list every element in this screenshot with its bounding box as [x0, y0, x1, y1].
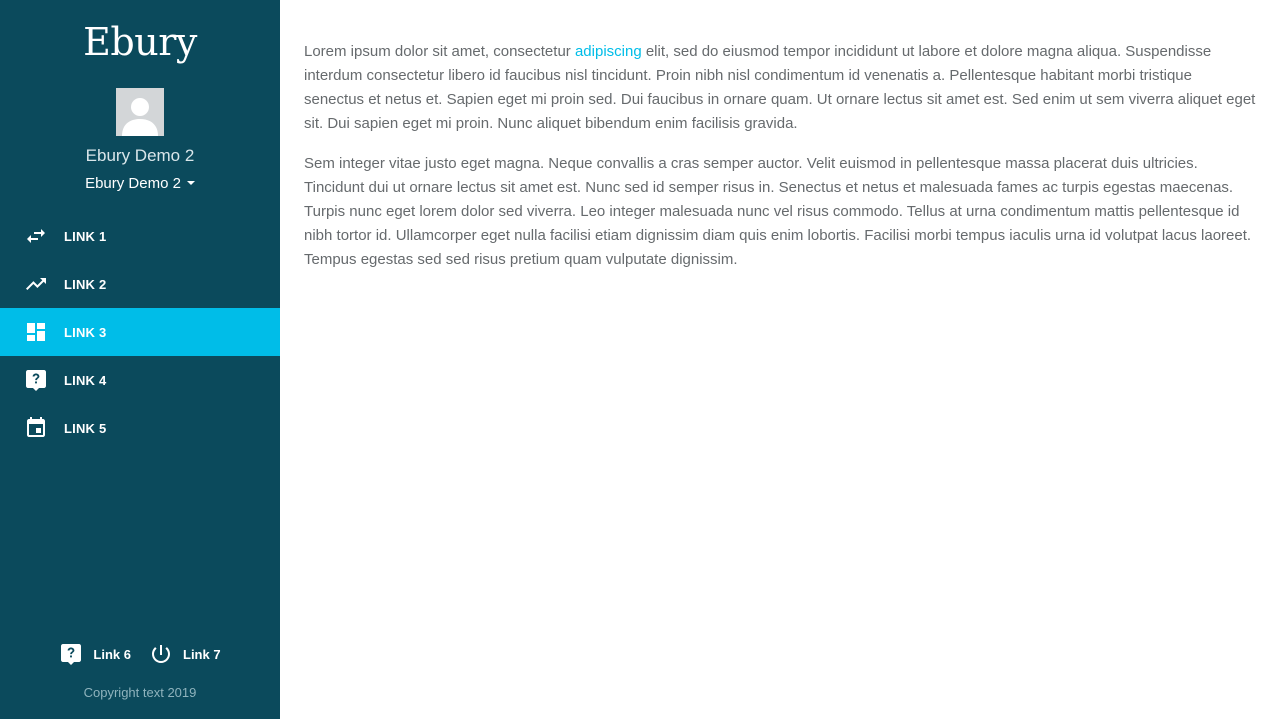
sidebar-item-link-4[interactable]: LINK 4: [0, 356, 280, 404]
footer-link-label: Link 6: [93, 646, 131, 662]
user-avatar-icon: [116, 88, 164, 136]
main-content: Lorem ipsum dolor sit amet, consectetur …: [304, 40, 1256, 288]
sidebar-item-link-3[interactable]: LINK 3: [0, 308, 280, 356]
sidebar-item-link-2[interactable]: LINK 2: [0, 260, 280, 308]
sidebar-nav: LINK 1 LINK 2 LINK 3 LINK 4 LINK 5: [0, 212, 280, 452]
help-chat-icon: [24, 368, 48, 392]
footer-link-6[interactable]: Link 6: [59, 642, 131, 666]
swap-arrows-icon: [24, 224, 48, 248]
sidebar-item-link-5[interactable]: LINK 5: [0, 404, 280, 452]
footer-link-7[interactable]: Link 7: [149, 642, 221, 666]
account-dropdown[interactable]: Ebury Demo 2: [0, 175, 280, 192]
brand-logo[interactable]: Ebury: [0, 20, 280, 64]
sidebar-item-label: LINK 3: [64, 324, 107, 340]
content-paragraph: Lorem ipsum dolor sit amet, consectetur …: [304, 40, 1256, 136]
user-name: Ebury Demo 2: [85, 146, 195, 165]
avatar[interactable]: [116, 88, 164, 136]
sidebar-item-label: LINK 1: [64, 228, 107, 244]
sidebar-item-link-1[interactable]: LINK 1: [0, 212, 280, 260]
caret-down-icon: [186, 181, 195, 185]
footer-link-label: Link 7: [183, 646, 221, 662]
copyright-text: Copyright text 2019: [83, 685, 197, 700]
account-dropdown-label: Ebury Demo 2: [85, 175, 181, 192]
sidebar-footer-links: Link 6 Link 7: [0, 642, 280, 666]
sidebar: Ebury Ebury Demo 2 Ebury Demo 2 LINK 1 L…: [0, 0, 280, 719]
power-icon: [149, 642, 173, 666]
dashboard-icon: [24, 320, 48, 344]
calendar-icon: [24, 416, 48, 440]
help-chat-icon: [59, 642, 83, 666]
trending-up-icon: [24, 272, 48, 296]
sidebar-item-label: LINK 5: [64, 420, 107, 436]
sidebar-item-label: LINK 2: [64, 276, 107, 292]
sidebar-item-label: LINK 4: [64, 372, 107, 388]
paragraph-text: Lorem ipsum dolor sit amet, consectetur: [304, 43, 575, 60]
inline-link[interactable]: adipiscing: [575, 43, 642, 60]
content-paragraph: Sem integer vitae justo eget magna. Nequ…: [304, 155, 1252, 268]
